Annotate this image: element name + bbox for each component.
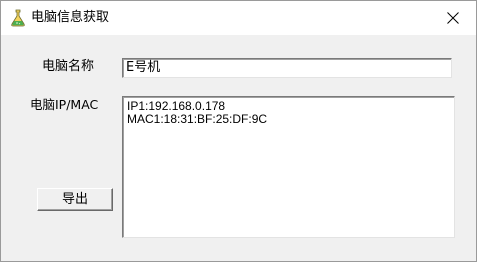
window-title: 电脑信息获取 — [31, 10, 110, 25]
computer-name-label: 电脑名称 — [42, 59, 95, 74]
export-button[interactable]: 导出 — [37, 188, 113, 211]
computer-info-window: 电脑信息获取 电脑名称 E号机 电脑IP/MAC IP1:192.168.0.1… — [0, 0, 477, 262]
title-bar[interactable]: 电脑信息获取 — [1, 1, 476, 35]
close-button[interactable] — [430, 1, 476, 35]
ip-mac-textarea[interactable]: IP1:192.168.0.178 MAC1:18:31:BF:25:DF:9C — [122, 96, 455, 238]
computer-name-input[interactable]: E号机 — [122, 58, 452, 78]
flask-icon — [10, 9, 26, 27]
mac-line: MAC1:18:31:BF:25:DF:9C — [127, 112, 268, 126]
ip-mac-label: 电脑IP/MAC — [30, 97, 99, 112]
